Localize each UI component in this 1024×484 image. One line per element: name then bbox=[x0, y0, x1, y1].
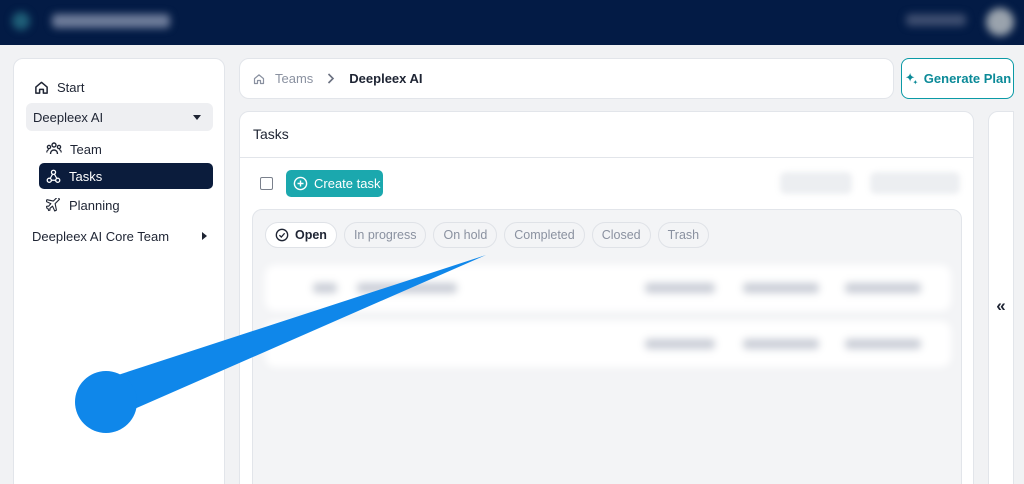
breadcrumb-current: Deepleex AI bbox=[349, 71, 423, 86]
sidebar-item-start[interactable]: Start bbox=[34, 79, 84, 95]
plane-icon bbox=[46, 197, 61, 213]
tasks-panel: Tasks Create task Open In progress On ho… bbox=[239, 111, 974, 484]
app-logo-icon[interactable] bbox=[12, 12, 30, 30]
divider bbox=[240, 157, 973, 158]
caret-down-icon bbox=[193, 114, 201, 120]
select-all-checkbox[interactable] bbox=[260, 177, 273, 190]
chevron-right-icon bbox=[327, 73, 335, 84]
sidebar-item-label: Tasks bbox=[69, 168, 103, 184]
tab-label: Open bbox=[295, 228, 327, 242]
tab-trash[interactable]: Trash bbox=[657, 222, 710, 248]
tab-on-hold[interactable]: On hold bbox=[433, 222, 498, 248]
caret-right-icon bbox=[202, 232, 207, 240]
avatar[interactable] bbox=[986, 8, 1014, 36]
generate-plan-button[interactable]: Generate Plan bbox=[901, 58, 1014, 99]
status-tabs: Open In progress On hold Completed Close… bbox=[265, 222, 710, 248]
sidebar-group-deepleex-ai[interactable]: Deepleex AI bbox=[26, 103, 213, 131]
tab-completed[interactable]: Completed bbox=[504, 222, 585, 248]
breadcrumb-teams-link[interactable]: Teams bbox=[275, 71, 313, 86]
tab-label: On hold bbox=[443, 228, 488, 242]
tab-label: Trash bbox=[667, 228, 700, 242]
task-list-area: Open In progress On hold Completed Close… bbox=[252, 209, 962, 484]
sidebar-item-label: Start bbox=[57, 79, 85, 95]
tasks-icon bbox=[46, 169, 61, 184]
check-circle-icon bbox=[275, 228, 289, 242]
home-icon bbox=[34, 80, 49, 95]
sidebar-group-label: Deepleex AI bbox=[33, 109, 104, 125]
filter-blurred[interactable] bbox=[780, 172, 852, 194]
tab-closed[interactable]: Closed bbox=[591, 222, 651, 248]
collapse-panel-button[interactable]: « bbox=[988, 111, 1014, 484]
sidebar-item-team[interactable]: Team bbox=[39, 136, 213, 162]
sidebar-item-label: Team bbox=[70, 141, 102, 157]
app-title-blurred bbox=[52, 14, 170, 28]
task-row-blurred[interactable] bbox=[265, 265, 951, 311]
double-chevron-left-icon: « bbox=[996, 296, 1006, 315]
sidebar-item-tasks[interactable]: Tasks bbox=[39, 163, 213, 189]
top-link-blurred[interactable] bbox=[906, 14, 966, 26]
create-task-label: Create task bbox=[314, 176, 381, 191]
home-icon[interactable] bbox=[253, 73, 265, 85]
sidebar-item-planning[interactable]: Planning bbox=[39, 192, 213, 218]
plus-circle-icon bbox=[293, 176, 308, 191]
sidebar-group-deepleex-ai-core-team[interactable]: Deepleex AI Core Team bbox=[32, 225, 207, 247]
tab-label: Completed bbox=[514, 228, 575, 242]
sparkle-icon bbox=[904, 72, 918, 86]
tab-label: Closed bbox=[601, 228, 641, 242]
breadcrumb: Teams Deepleex AI bbox=[239, 58, 894, 99]
sidebar: Start Deepleex AI Team Tasks Planning De… bbox=[13, 58, 225, 484]
task-row-blurred[interactable] bbox=[265, 321, 951, 367]
team-icon bbox=[46, 142, 62, 156]
tab-in-progress[interactable]: In progress bbox=[343, 222, 427, 248]
sort-blurred[interactable] bbox=[870, 172, 960, 194]
sidebar-item-label: Planning bbox=[69, 197, 120, 213]
page-title: Tasks bbox=[253, 126, 289, 142]
sidebar-group-label: Deepleex AI Core Team bbox=[32, 228, 170, 244]
generate-plan-label: Generate Plan bbox=[923, 71, 1012, 86]
tab-label: In progress bbox=[353, 228, 417, 242]
top-bar bbox=[0, 0, 1024, 45]
create-task-button[interactable]: Create task bbox=[286, 170, 383, 197]
tab-open[interactable]: Open bbox=[265, 222, 337, 248]
